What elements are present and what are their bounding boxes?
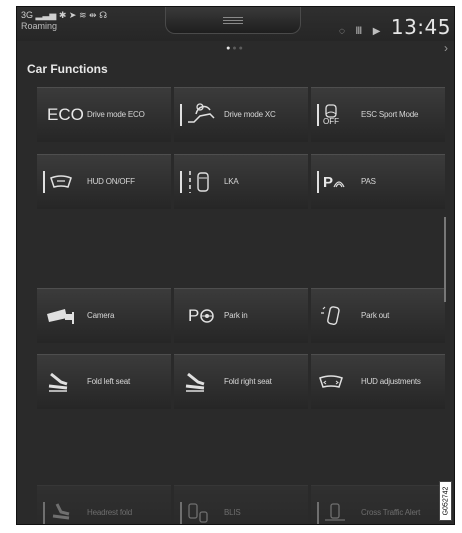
fold-left-seat-icon — [43, 368, 83, 396]
status-left: 3G ▂▃▅ ✱ ➤ ≋ ⇹ ☊ Roaming — [21, 10, 107, 32]
tile-park-in[interactable]: P Park in — [174, 288, 308, 343]
park-in-icon: P — [180, 302, 220, 330]
tile-drive-mode-eco[interactable]: ECO Drive mode ECO — [37, 87, 171, 142]
navigation-icon: ➤ — [68, 10, 77, 20]
tile-label: Park out — [361, 311, 390, 320]
play-icon: ▶ — [372, 26, 381, 37]
tile-blis: BLIS — [174, 485, 308, 524]
climate-sync-icon: ◌ — [338, 26, 345, 37]
tile-label: Headrest fold — [87, 508, 132, 517]
tile-label: ESC Sport Mode — [361, 110, 419, 119]
wifi-icon: ≋ — [78, 10, 87, 20]
tile-drive-mode-xc[interactable]: Drive mode XC — [174, 87, 308, 142]
hud-icon — [43, 168, 83, 196]
chevron-right-icon[interactable]: › — [444, 41, 448, 55]
tile-pas[interactable]: P PAS — [311, 154, 445, 209]
headrest-fold-icon — [43, 499, 83, 524]
radio-text-icon: Ⅲ — [355, 26, 363, 37]
esc-off-icon: OFF — [317, 101, 357, 129]
tile-headrest-fold: Headrest fold — [37, 485, 171, 524]
network-label: 3G — [21, 10, 34, 20]
tile-label: PAS — [361, 177, 376, 186]
usb-icon: ⇹ — [89, 10, 97, 20]
image-code-badge: G052742 — [439, 481, 452, 521]
offroad-car-icon — [180, 101, 220, 129]
park-assist-icon: P — [317, 168, 357, 196]
tile-label: Drive mode XC — [224, 110, 276, 119]
scrollbar[interactable] — [444, 217, 446, 302]
fold-right-seat-icon — [180, 368, 220, 396]
tile-label: Drive mode ECO — [87, 110, 145, 119]
roaming-label: Roaming — [21, 21, 58, 31]
camera-icon — [43, 302, 83, 330]
tile-hud-adjustments[interactable]: HUD adjustments — [311, 354, 445, 409]
tile-esc-sport-mode[interactable]: OFF ESC Sport Mode — [311, 87, 445, 142]
tile-fold-left-seat[interactable]: Fold left seat — [37, 354, 171, 409]
tile-lka[interactable]: LKA — [174, 154, 308, 209]
park-out-icon — [317, 302, 357, 330]
tile-hud-on-off[interactable]: HUD ON/OFF — [37, 154, 171, 209]
cross-traffic-icon — [317, 499, 357, 524]
top-view-pull-handle[interactable] — [165, 7, 301, 34]
tile-park-out[interactable]: Park out — [311, 288, 445, 343]
lane-keeping-icon — [180, 168, 220, 196]
tile-fold-right-seat[interactable]: Fold right seat — [174, 354, 308, 409]
status-right: ◌ Ⅲ ▶ 13:45 — [339, 15, 451, 39]
hud-adjust-icon — [317, 368, 357, 396]
tile-label: Park in — [224, 311, 248, 320]
page-dot-3: ● — [238, 45, 245, 52]
tile-cross-traffic-alert: Cross Traffic Alert — [311, 485, 445, 524]
page-indicator: ●●● — [17, 45, 454, 52]
section-title: Car Functions — [27, 62, 108, 76]
bluetooth-icon: ✱ — [58, 10, 67, 20]
tile-label: LKA — [224, 177, 239, 186]
center-display: 3G ▂▃▅ ✱ ➤ ≋ ⇹ ☊ Roaming ◌ Ⅲ ▶ 13:45 ●●●… — [16, 6, 455, 525]
tile-label: Cross Traffic Alert — [361, 508, 421, 517]
tile-label: HUD adjustments — [361, 377, 421, 386]
tile-label: BLIS — [224, 508, 241, 517]
tile-label: Fold right seat — [224, 377, 272, 386]
clock: 13:45 — [390, 15, 451, 39]
status-bar: 3G ▂▃▅ ✱ ➤ ≋ ⇹ ☊ Roaming ◌ Ⅲ ▶ 13:45 — [17, 7, 454, 41]
blis-icon — [180, 499, 220, 524]
tile-label: Fold left seat — [87, 377, 131, 386]
signal-bars-icon: ▂▃▅ — [35, 10, 57, 20]
connected-car-icon: ☊ — [99, 10, 108, 20]
tile-label: Camera — [87, 311, 115, 320]
tile-camera[interactable]: Camera — [37, 288, 171, 343]
tile-label: HUD ON/OFF — [87, 177, 135, 186]
eco-text-icon: ECO — [47, 105, 84, 124]
